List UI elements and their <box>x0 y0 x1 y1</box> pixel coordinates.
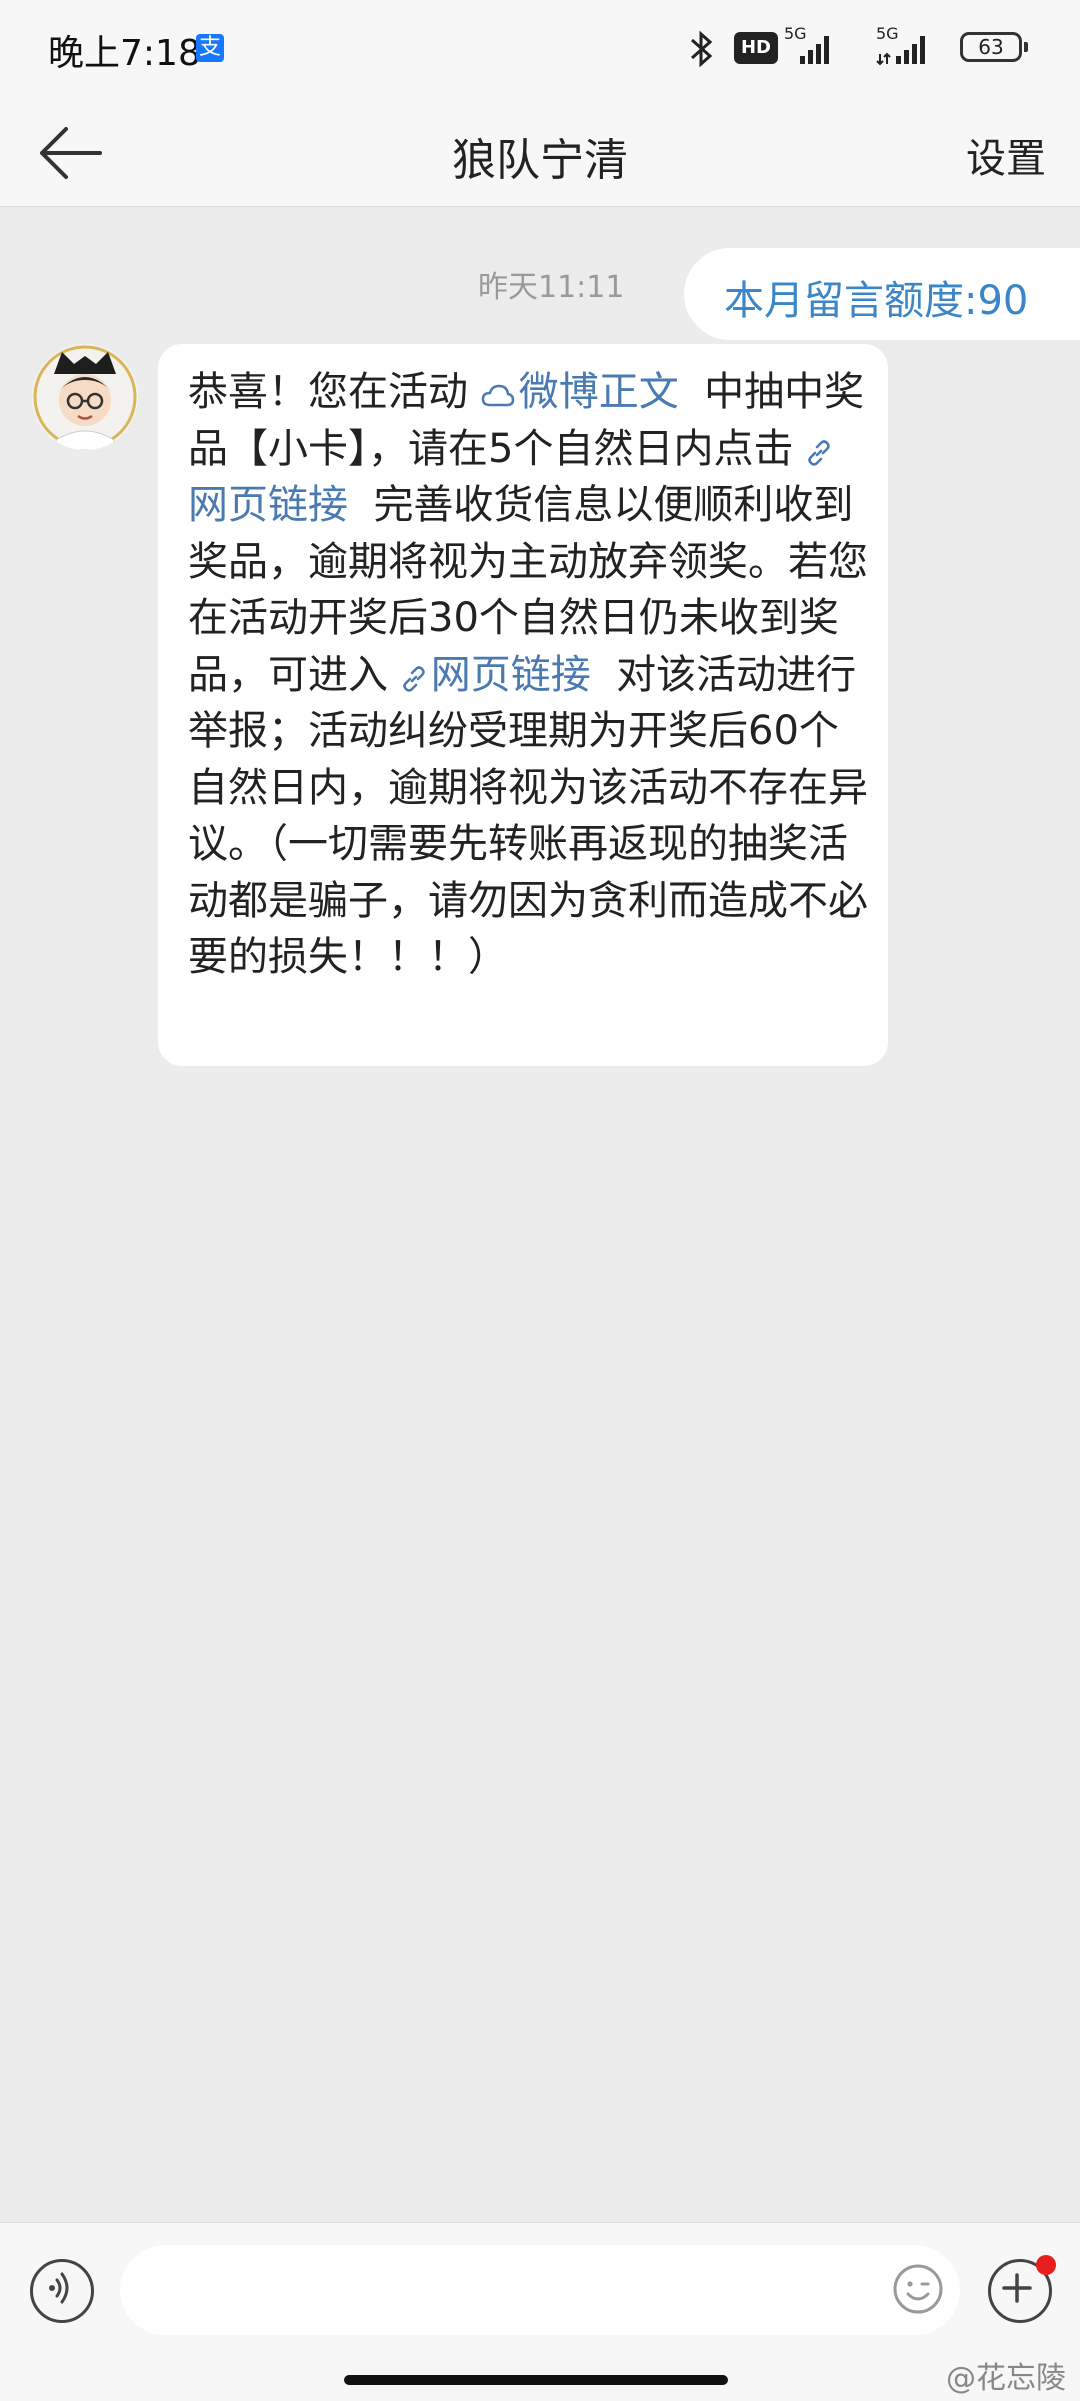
weibo-post-link-label: 微博正文 <box>518 369 679 415</box>
weibo-post-link[interactable]: 微博正文 <box>481 369 679 415</box>
avatar-image <box>32 344 138 450</box>
message-text: 恭喜！您在活动 微博正文 中抽中奖品【小卡】，请在5个自然日内点击 网页链接 完… <box>188 364 868 986</box>
back-arrow-icon <box>40 127 102 179</box>
quota-text: 本月留言额度:90 <box>724 278 1029 324</box>
message-timestamp: 昨天11:11 <box>478 270 625 305</box>
status-time: 晚上7:18 <box>48 33 201 74</box>
signal-bars-2-icon <box>876 36 925 66</box>
web-link-1-label: 网页链接 <box>188 482 348 528</box>
emoji-button[interactable] <box>892 2263 944 2319</box>
conversation-title: 狼队宁清 <box>452 135 628 186</box>
message-bubble: 恭喜！您在活动 微博正文 中抽中奖品【小卡】，请在5个自然日内点击 网页链接 完… <box>158 344 888 1066</box>
hd-badge: HD <box>734 32 778 64</box>
message-input[interactable] <box>120 2245 960 2335</box>
message-part-1: 恭喜！您在活动 <box>188 369 468 415</box>
watermark: @花忘陵 <box>946 2361 1066 2396</box>
avatar[interactable] <box>32 344 138 450</box>
message-part-4: 对该活动进行举报；活动纠纷受理期为开奖后60个自然日内，逾期将视为该活动不存在异… <box>188 651 868 981</box>
link-icon <box>808 439 830 466</box>
alipay-icon: 支 <box>196 34 224 62</box>
top-bar: 晚上7:18 支 HD 5G 5G 63 狼队宁清 设置 <box>0 0 1080 207</box>
settings-button[interactable]: 设置 <box>966 126 1046 184</box>
emoji-icon <box>893 2264 943 2314</box>
quota-bubble: 本月留言额度:90 <box>684 248 1080 340</box>
chat-header: 狼队宁清 设置 <box>0 100 1080 206</box>
cloud-icon <box>481 384 514 407</box>
battery-indicator: 63 <box>960 32 1028 62</box>
voice-icon <box>49 2272 69 2304</box>
status-bar: 晚上7:18 支 HD 5G 5G 63 <box>0 0 1080 100</box>
home-indicator[interactable] <box>344 2375 728 2385</box>
back-button[interactable] <box>36 122 106 184</box>
input-bar: @花忘陵 <box>0 2222 1080 2401</box>
notification-dot <box>1036 2255 1056 2275</box>
voice-button[interactable] <box>30 2259 94 2323</box>
web-link-2[interactable]: 网页链接 <box>401 652 591 698</box>
web-link-2-label: 网页链接 <box>430 651 591 698</box>
signal-bars-1-icon <box>800 36 829 64</box>
bluetooth-icon <box>691 30 713 68</box>
link-icon <box>402 665 425 692</box>
